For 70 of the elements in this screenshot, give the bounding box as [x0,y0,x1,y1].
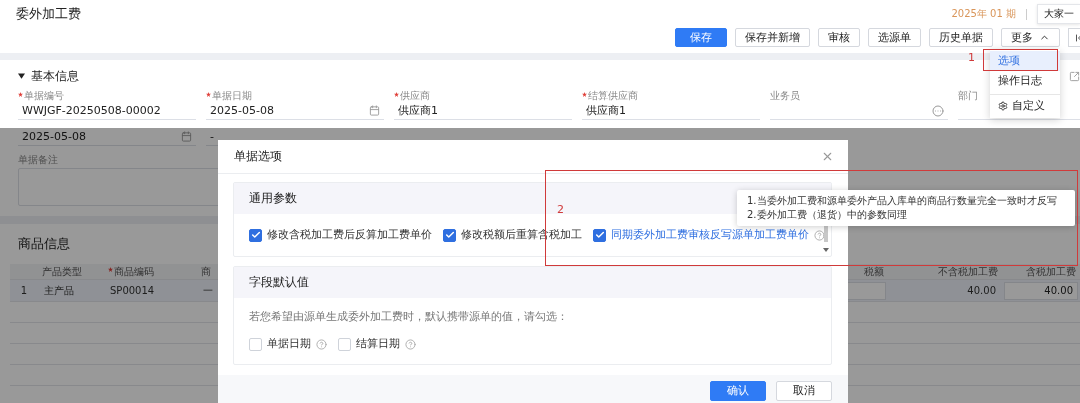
input-field[interactable]: 供应商1 [394,102,572,120]
calendar-icon[interactable] [369,105,380,116]
menu-item[interactable]: 操作日志 [990,71,1060,91]
input-field[interactable] [770,102,948,120]
section-title: 通用参数 [249,190,297,207]
section-title: 基本信息 [31,68,79,84]
check-icon [250,230,261,240]
cell-input[interactable]: 40.00 [1004,281,1078,300]
menu-item[interactable]: 选项 [990,51,1060,71]
settings-icon [998,100,1008,111]
page-title: 委外加工费 [16,5,81,23]
column-header: 税额 [863,264,885,279]
field-label: 部门 [958,90,979,102]
check-icon [444,230,455,240]
close-icon[interactable] [821,150,834,163]
option-checkbox[interactable]: 结算日期 [338,337,416,351]
tooltip-text: 1.当委外加工费和源单委外产品入库单的商品行数量完全一致时才反写 [747,194,1058,208]
calendar-icon[interactable] [181,131,192,142]
dialog-title: 单据选项 [234,149,282,164]
field-label: 供应商 [394,90,572,102]
toolbar-button[interactable]: 保存并新增 [735,28,810,47]
hint-text: 若您希望由源单生成委外加工费时，默认携带源单的值，请勾选： [249,310,569,324]
required-icon [108,266,113,272]
table-cell-text: SP00014 [109,285,156,296]
required-icon [18,92,23,97]
required-icon [394,92,399,97]
help-icon[interactable] [316,338,327,350]
input-field[interactable]: 2025-05-08 [18,128,196,146]
toolbar-button[interactable]: 保存 [675,28,727,47]
option-checkbox[interactable]: 同期委外加工费审核反写源单加工费单价 [593,228,825,242]
caret-icon[interactable] [18,73,25,79]
cancel-button[interactable]: 取消 [776,381,832,401]
row-number: 1 [19,285,29,296]
organization-selector[interactable]: 大家一 [1037,4,1080,24]
option-checkbox[interactable]: 修改含税加工费后反算加工费单价 [249,228,432,242]
table-cell-text: 40.00 [966,285,997,296]
required-icon [206,92,211,97]
column-header: 不含税加工费 [937,264,999,279]
input-field[interactable]: 供应商1 [582,102,760,120]
field-label: 结算供应商 [582,90,760,102]
expand-icon[interactable] [1069,70,1080,82]
menu-item[interactable]: 自定义 [990,94,1060,116]
more-button[interactable]: 更多 [1001,28,1060,47]
tooltip-text: 2.委外加工费（退货）中的参数同理 [747,208,908,222]
input-field[interactable]: WWJGF-20250508-00002 [18,102,196,120]
column-header: 含税加工费 [1025,264,1077,279]
scroll-down-icon[interactable] [823,248,829,252]
field-label: 单据编号 [18,90,196,102]
toolbar-button[interactable]: 历史单据 [929,28,993,47]
ellipsis-icon[interactable] [932,104,944,117]
option-checkbox[interactable]: 单据日期 [249,337,327,351]
period-label: 2025年 01 期 [951,7,1016,21]
input-field[interactable]: 2025-05-08 [206,102,384,120]
column-header: 产品类型 [41,264,83,279]
check-icon [594,230,605,240]
toolbar-button[interactable]: 选源单 [868,28,921,47]
section-title: 字段默认值 [249,274,309,291]
confirm-button[interactable]: 确认 [710,381,766,401]
table-cell-text: 主产品 [43,283,75,298]
toolbar-button[interactable]: 审核 [818,28,860,47]
required-icon [582,92,587,97]
help-icon[interactable] [405,338,416,350]
annotation-number: 1 [968,51,975,64]
field-label: 业务员 [770,90,801,102]
annotation-number: 2 [557,203,564,216]
table-cell-text: 一 [202,283,214,298]
field-label: 单据日期 [206,90,384,102]
column-header: 商 [200,264,212,279]
column-header: 商品编码 [104,264,197,279]
section-title: 商品信息 [18,235,70,253]
